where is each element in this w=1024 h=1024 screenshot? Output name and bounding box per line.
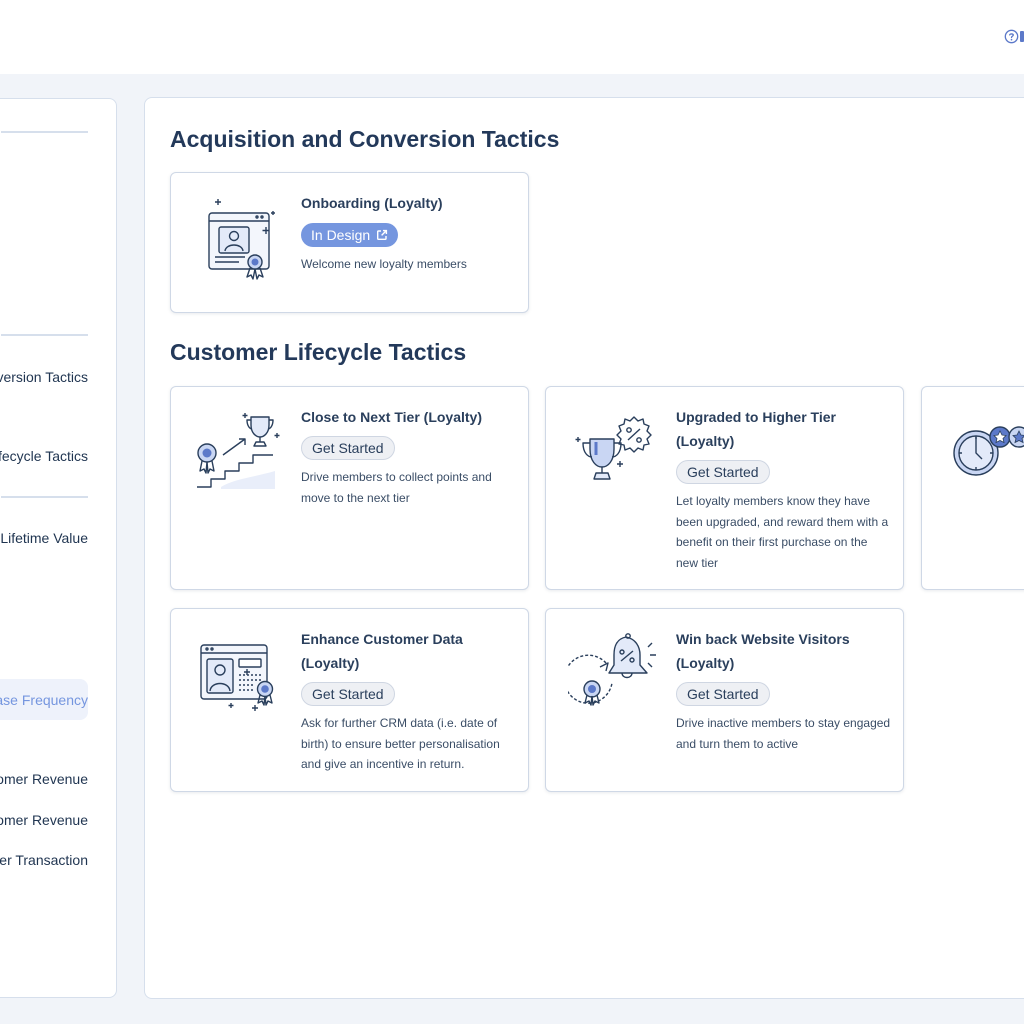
card-description: Drive members to collect points and move… <box>301 470 492 505</box>
top-bar <box>0 0 1024 74</box>
card-title: Close to Next Tier (Loyalty) <box>301 409 483 425</box>
get-started-button[interactable]: Get Started <box>301 436 395 460</box>
card-title: Onboarding (Loyalty) <box>301 195 443 211</box>
section-title-acquisition: Acquisition and Conversion Tactics <box>170 126 560 152</box>
card-title: Win back Website Visitors (Loyalty) <box>676 631 850 671</box>
sidebar-item-frequency[interactable]: Increase Purchase Frequency <box>0 692 88 708</box>
external-link-icon <box>377 229 388 240</box>
trophy-discount-icon <box>575 416 652 480</box>
tactic-card-enhance-data[interactable]: Enhance Customer Data (Loyalty) Get Star… <box>170 608 529 792</box>
tactic-card-onboarding[interactable]: Onboarding (Loyalty) In Design Welcome n… <box>170 172 529 313</box>
card-description: Welcome new loyalty members <box>301 257 467 271</box>
tactic-card-close-to-next-tier[interactable]: Close to Next Tier (Loyalty) Get Started… <box>170 386 529 590</box>
bell-discount-icon <box>568 633 656 706</box>
card-description: Let loyalty members know they have been … <box>676 494 889 570</box>
tactic-card-win-back[interactable]: Win back Website Visitors (Loyalty) Get … <box>545 608 904 792</box>
sidebar-divider <box>1 131 88 133</box>
card-title: Upgraded to Higher Tier (Loyalty) <box>676 409 836 449</box>
get-started-button[interactable]: Get Started <box>676 682 770 706</box>
sidebar-item-lifetime-value[interactable]: Increase Customer Lifetime Value <box>0 530 88 546</box>
section-title-lifecycle: Customer Lifecycle Tactics <box>170 339 467 365</box>
sidebar: Acquisition and Conversion Tactics Custo… <box>0 98 117 998</box>
sidebar-item-transaction[interactable]: Increase Value per Transaction <box>0 852 88 868</box>
profile-form-icon <box>200 644 274 711</box>
sidebar-item-customer-revenue[interactable]: Increase Revenue per Customer Revenue <box>0 812 88 828</box>
sidebar-divider <box>1 496 88 498</box>
certificate-profile-icon <box>208 199 275 280</box>
status-badge[interactable]: In Design <box>301 223 399 247</box>
sidebar-item-acquisition[interactable]: Acquisition and Conversion Tactics <box>0 369 88 385</box>
sidebar-divider <box>1 334 88 336</box>
help-label-fragment[interactable] <box>1020 31 1024 42</box>
question-circle-icon[interactable] <box>1004 29 1019 44</box>
sidebar-item-avg-revenue[interactable]: Increase Average Customer Revenue <box>0 771 88 787</box>
sidebar-item-partial[interactable]: n <box>0 651 88 667</box>
tactic-card-partial[interactable] <box>921 386 1024 590</box>
card-description: Drive inactive members to stay engaged a… <box>676 716 891 751</box>
clock-coins-icon <box>953 426 1024 476</box>
get-started-button[interactable]: Get Started <box>676 460 770 484</box>
tactic-card-upgraded-tier[interactable]: Upgraded to Higher Tier (Loyalty) Get St… <box>545 386 904 590</box>
get-started-button[interactable]: Get Started <box>301 682 395 706</box>
stairs-trophy-icon <box>197 413 280 489</box>
sidebar-item-lifecycle[interactable]: Customer Lifecycle Tactics <box>0 448 88 464</box>
card-title: Enhance Customer Data (Loyalty) <box>301 631 463 671</box>
card-description: Ask for further CRM data (i.e. date of b… <box>301 716 500 771</box>
